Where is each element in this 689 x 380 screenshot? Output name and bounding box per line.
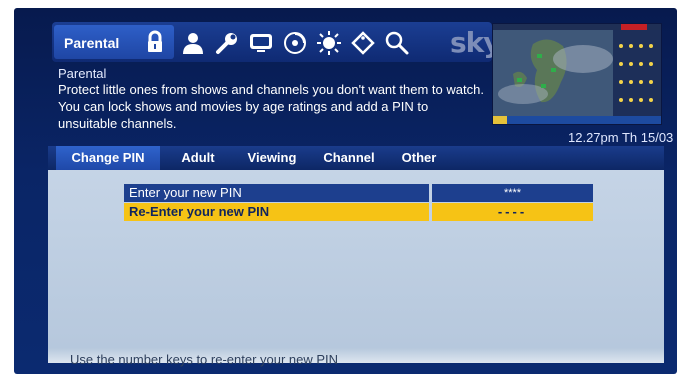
search-icon[interactable] — [384, 30, 410, 56]
tab-other[interactable]: Other — [390, 146, 448, 170]
tab-viewing[interactable]: Viewing — [236, 146, 308, 170]
description-body: Protect little ones from shows and chann… — [58, 82, 484, 131]
content-panel: Enter your new PIN **** Re-Enter your ne… — [48, 170, 664, 367]
person-icon[interactable] — [180, 30, 206, 56]
wrench-icon[interactable] — [214, 30, 240, 56]
disc-icon[interactable] — [282, 30, 308, 56]
enter-pin-label[interactable]: Enter your new PIN — [124, 184, 429, 202]
tv-screen: Parental sky Parental Protect little one… — [14, 8, 677, 374]
tab-bar: Change PIN Adult Viewing Channel Other — [48, 146, 664, 170]
tv-icon[interactable] — [248, 30, 274, 56]
tab-change-pin[interactable]: Change PIN — [56, 146, 160, 170]
reenter-pin-field[interactable]: ---- — [432, 203, 593, 221]
description-title: Parental — [58, 66, 107, 81]
live-tv-preview — [492, 23, 662, 125]
clock: 12.27pm Th 15/03 — [568, 130, 674, 145]
weather-map-image — [493, 24, 661, 124]
enter-pin-field[interactable]: **** — [432, 184, 593, 202]
tab-adult[interactable]: Adult — [172, 146, 224, 170]
reenter-pin-label[interactable]: Re-Enter your new PIN — [124, 203, 429, 221]
lock-icon — [142, 29, 168, 55]
top-menu-bar: Parental sky — [52, 22, 502, 62]
hint-text: Use the number keys to re-enter your new… — [70, 352, 339, 367]
tab-channel[interactable]: Channel — [316, 146, 382, 170]
tag-icon[interactable] — [350, 30, 376, 56]
menu-item-label: Parental — [64, 35, 120, 51]
sun-icon[interactable] — [316, 30, 342, 56]
menu-item-parental[interactable]: Parental — [54, 25, 174, 59]
